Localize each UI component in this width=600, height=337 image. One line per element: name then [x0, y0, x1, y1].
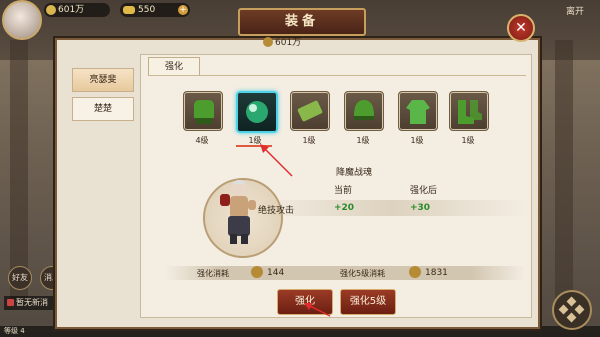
- character-tab-1[interactable]: 亮瑟斐: [72, 68, 134, 92]
- strengthen-5-button[interactable]: 强化5级: [340, 289, 396, 315]
- gauntlet-icon: [194, 100, 214, 124]
- coin-icon: [46, 5, 56, 15]
- news-icon: [7, 299, 14, 306]
- menu-button[interactable]: [552, 290, 592, 330]
- add-gold-button[interactable]: +: [178, 5, 188, 15]
- friends-button[interactable]: 好友: [8, 266, 32, 290]
- friends-label: 好友: [12, 273, 28, 282]
- hud-gold-value: 550: [138, 5, 156, 15]
- equipment-slot-5[interactable]: [398, 91, 438, 131]
- stat-label: 绝技攻击: [258, 206, 295, 216]
- cost-five-value: 1831: [425, 268, 448, 278]
- robe-icon: [406, 100, 430, 124]
- coin-icon: [251, 266, 263, 278]
- menu-dot-icon: [574, 304, 585, 315]
- character-tab-2[interactable]: 楚楚: [72, 97, 134, 121]
- hud-money-value: 601万: [58, 5, 85, 15]
- scroll-icon: [297, 100, 323, 122]
- tab-strengthen[interactable]: 强化: [148, 57, 200, 76]
- equipment-slot-2[interactable]: [236, 91, 278, 133]
- coin-icon: [263, 37, 273, 47]
- cost-single-value: 144: [267, 268, 285, 278]
- panel-money-value: 601万: [275, 38, 302, 48]
- gold-ingot-icon: [123, 6, 135, 14]
- stat-title: 降魔战魂: [336, 168, 373, 178]
- menu-dot-icon: [566, 312, 577, 323]
- news-text: 暂无新消: [16, 298, 48, 307]
- equipment-level-5: 1级: [410, 136, 424, 145]
- cost-five-label: 强化5级消耗: [340, 269, 386, 278]
- level-text: 等级 4: [4, 327, 25, 335]
- equipment-slot-6[interactable]: [449, 91, 489, 131]
- equipment-slot-3[interactable]: [290, 91, 330, 131]
- helmet-icon: [354, 100, 374, 120]
- pillar: [555, 40, 573, 300]
- equipment-level-6: 1级: [461, 136, 475, 145]
- menu-dot-icon: [566, 296, 577, 307]
- panel-title: 装备: [238, 8, 366, 36]
- panel-money: 601万: [263, 37, 301, 49]
- boots-icon: [458, 100, 482, 124]
- equipment-slot-4[interactable]: [344, 91, 384, 131]
- stat-row-bg: [258, 200, 528, 216]
- tab-divider: [148, 75, 526, 76]
- equipment-slot-1[interactable]: [183, 91, 223, 131]
- hud-money: 601万: [44, 3, 110, 17]
- cost-single-label: 强化消耗: [197, 269, 229, 278]
- equipment-level-4: 1级: [356, 136, 370, 145]
- hint-arrow-icon: [304, 303, 331, 317]
- leave-button[interactable]: 离开: [566, 4, 584, 17]
- orb-icon: [246, 101, 268, 123]
- menu-dot-icon: [558, 304, 569, 315]
- hint-arrow-icon: [260, 144, 293, 177]
- stat-after-value: +30: [410, 203, 431, 213]
- coin-icon: [409, 266, 421, 278]
- pillar: [10, 40, 28, 300]
- stat-current-value: +20: [334, 203, 355, 213]
- hero-portrait: [220, 180, 256, 244]
- close-button[interactable]: ✕: [507, 14, 535, 42]
- player-avatar[interactable]: [2, 0, 42, 40]
- stat-col-after: 强化后: [410, 186, 438, 196]
- stat-col-current: 当前: [334, 186, 353, 196]
- equipment-level-1: 4级: [195, 136, 209, 145]
- hud-gold: 550 +: [120, 3, 190, 17]
